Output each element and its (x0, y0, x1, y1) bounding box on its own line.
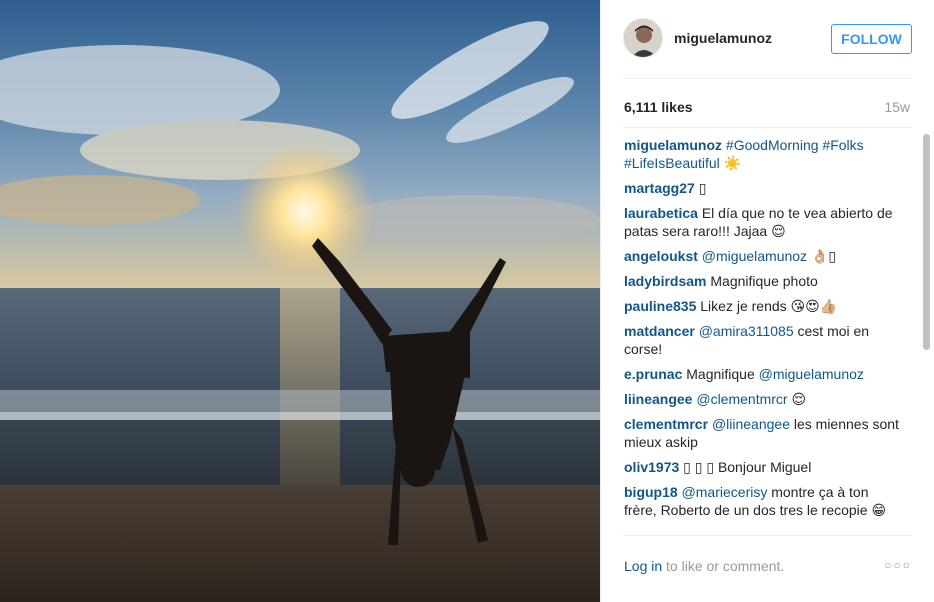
post-username[interactable]: miguelamunoz (674, 30, 772, 46)
comment-item: angeloukst @miguelamunoz 👌🏼▯ (624, 247, 899, 265)
caption: miguelamunoz #GoodMorning #Folks #LifeIs… (624, 136, 899, 172)
comment-username[interactable]: pauline835 (624, 298, 696, 314)
comment-username[interactable]: bigup18 (624, 484, 678, 500)
comment-text: Magnifique photo (710, 273, 818, 289)
comment-username[interactable]: martagg27 (624, 180, 695, 196)
comment-item: e.prunac Magnifique @miguelamunoz (624, 365, 899, 383)
comment-item: laurabetica El día que no te vea abierto… (624, 204, 899, 240)
comment-username[interactable]: angeloukst (624, 248, 698, 264)
sand (0, 485, 600, 602)
comment-item: liineangee @clementmrcr 😌 (624, 390, 899, 408)
comment-item: martagg27 ▯ (624, 179, 899, 197)
comment-username[interactable]: matdancer (624, 323, 695, 339)
avatar-image (624, 19, 662, 57)
comment-mention[interactable]: @clementmrcr (696, 391, 787, 407)
caption-username[interactable]: miguelamunoz (624, 137, 722, 153)
instagram-post: miguelamunoz FOLLOW 6,111 likes 15w migu… (0, 0, 934, 602)
comment-username[interactable]: e.prunac (624, 366, 682, 382)
comment-mention[interactable]: @miguelamunoz (702, 248, 807, 264)
comment-mention[interactable]: @liineangee (712, 416, 790, 432)
comments-scrollbar[interactable] (923, 134, 931, 534)
beach-handstand-photo (0, 21, 600, 602)
post-side-panel: miguelamunoz FOLLOW 6,111 likes 15w migu… (600, 0, 934, 602)
avatar[interactable] (623, 18, 663, 58)
comment-item: ladybirdsam Magnifique photo (624, 272, 899, 290)
login-link[interactable]: Log in (624, 558, 662, 574)
comment-text: 👌🏼▯ (807, 248, 837, 264)
comment-item: bigup18 @mariecerisy montre ça à ton frè… (624, 483, 899, 519)
post-photo[interactable] (0, 0, 600, 602)
post-age[interactable]: 15w (884, 99, 910, 115)
login-prompt: Log in to like or comment. (624, 558, 784, 574)
login-prompt-text: to like or comment. (662, 558, 785, 574)
comment-item: oliv1973 ▯ ▯ ▯ Bonjour Miguel (624, 458, 899, 476)
comment-text: ▯ (698, 180, 707, 196)
comment-text: Magnifique (686, 366, 759, 382)
comment-mention[interactable]: @amira311085 (699, 323, 794, 339)
comment-text: Likez je rends 😘😍👍🏼 (700, 298, 838, 314)
likes-count[interactable]: 6,111 likes (624, 99, 693, 115)
comment-username[interactable]: oliv1973 (624, 459, 679, 475)
sun (235, 142, 375, 282)
wave-foam (0, 390, 600, 412)
comment-username[interactable]: laurabetica (624, 205, 698, 221)
scrollbar-thumb[interactable] (923, 134, 930, 350)
comment-text: ▯ ▯ ▯ Bonjour Miguel (683, 459, 812, 475)
follow-button[interactable]: FOLLOW (831, 24, 912, 54)
comment-mention[interactable]: @mariecerisy (682, 484, 768, 500)
comment-item: pauline835 Likez je rends 😘😍👍🏼 (624, 297, 899, 315)
comment-username[interactable]: clementmrcr (624, 416, 708, 432)
divider (623, 127, 912, 128)
more-options-icon[interactable]: ○○○ (884, 558, 912, 572)
comment-item: clementmrcr @liineangee les miennes sont… (624, 415, 899, 451)
post-header: miguelamunoz FOLLOW (601, 0, 934, 78)
divider (623, 535, 912, 536)
comment-username[interactable]: liineangee (624, 391, 692, 407)
comment-text: 😌 (787, 391, 807, 407)
divider (623, 78, 912, 79)
comment-mention[interactable]: @miguelamunoz (759, 366, 864, 382)
comments-list[interactable]: miguelamunoz #GoodMorning #Folks #LifeIs… (624, 136, 924, 533)
comment-username[interactable]: ladybirdsam (624, 273, 706, 289)
comment-item: matdancer @amira311085 cest moi en corse… (624, 322, 899, 358)
